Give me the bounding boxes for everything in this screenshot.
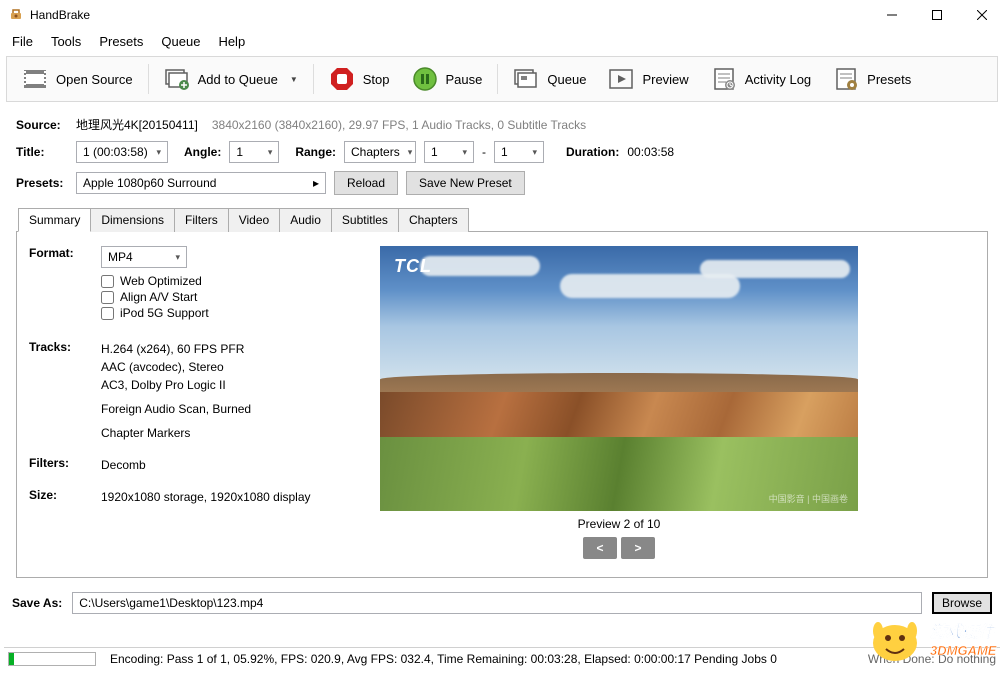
angle-select[interactable]: 1▾ xyxy=(229,141,279,163)
tab-audio[interactable]: Audio xyxy=(279,208,332,232)
open-source-button[interactable]: Open Source xyxy=(11,60,144,98)
preview-next-button[interactable]: > xyxy=(621,537,655,559)
filters-value: Decomb xyxy=(101,456,146,474)
range-label: Range: xyxy=(295,145,336,159)
preview-image: TCL 中国影音 | 中国画卷 xyxy=(380,246,858,511)
size-value: 1920x1080 storage, 1920x1080 display xyxy=(101,488,311,506)
range-from-select[interactable]: 1▾ xyxy=(424,141,474,163)
pause-button[interactable]: Pause xyxy=(401,60,494,98)
preview-button[interactable]: Preview xyxy=(597,60,699,98)
menubar: File Tools Presets Queue Help xyxy=(0,30,1004,52)
filters-label: Filters: xyxy=(29,456,101,474)
range-dash: - xyxy=(482,145,486,159)
tab-subtitles[interactable]: Subtitles xyxy=(331,208,399,232)
minimize-button[interactable] xyxy=(869,0,914,30)
menu-file[interactable]: File xyxy=(4,32,41,51)
log-icon xyxy=(711,66,737,92)
align-av-checkbox[interactable]: Align A/V Start xyxy=(101,290,209,304)
tab-bar: Summary Dimensions Filters Video Audio S… xyxy=(16,207,988,232)
maximize-button[interactable] xyxy=(914,0,959,30)
progress-bar xyxy=(8,652,96,666)
tab-filters[interactable]: Filters xyxy=(174,208,229,232)
angle-label: Angle: xyxy=(184,145,221,159)
menu-presets[interactable]: Presets xyxy=(91,32,151,51)
pause-icon xyxy=(412,66,438,92)
presets-row: Presets: Apple 1080p60 Surround ▸ Reload… xyxy=(16,171,988,195)
web-optimized-checkbox[interactable]: Web Optimized xyxy=(101,274,209,288)
tab-chapters[interactable]: Chapters xyxy=(398,208,469,232)
tracks-label: Tracks: xyxy=(29,340,101,442)
source-label: Source: xyxy=(16,118,68,132)
preview-watermark: TCL xyxy=(394,256,432,277)
menu-queue[interactable]: Queue xyxy=(153,32,208,51)
tab-summary[interactable]: Summary xyxy=(18,208,91,232)
add-queue-icon xyxy=(164,66,190,92)
save-as-input[interactable] xyxy=(72,592,922,614)
toolbar: Open Source Add to Queue ▼ Stop Pause Qu… xyxy=(6,56,998,102)
presets-icon xyxy=(833,66,859,92)
status-right: When Done: Do nothing xyxy=(868,652,996,666)
titlebar: HandBrake xyxy=(0,0,1004,30)
source-name: 地理风光4K[20150411] xyxy=(76,116,198,133)
svg-text:游戏硬件: 游戏硬件 xyxy=(930,623,996,641)
play-icon xyxy=(608,66,634,92)
menu-tools[interactable]: Tools xyxy=(43,32,89,51)
format-select[interactable]: MP4▾ xyxy=(101,246,187,268)
ipod-5g-checkbox[interactable]: iPod 5G Support xyxy=(101,306,209,320)
presets-button[interactable]: Presets xyxy=(822,60,922,98)
reload-button[interactable]: Reload xyxy=(334,171,398,195)
tab-content: Format: MP4▾ Web Optimized Align A/V Sta… xyxy=(16,232,988,578)
title-label: Title: xyxy=(16,145,68,159)
browse-button[interactable]: Browse xyxy=(932,592,992,614)
window-title: HandBrake xyxy=(30,8,869,22)
preview-corner-text: 中国影音 | 中国画卷 xyxy=(769,492,848,505)
queue-button[interactable]: Queue xyxy=(502,60,597,98)
save-as-label: Save As: xyxy=(12,596,62,610)
preset-select[interactable]: Apple 1080p60 Surround ▸ xyxy=(76,172,326,194)
range-to-select[interactable]: 1▾ xyxy=(494,141,544,163)
close-button[interactable] xyxy=(959,0,1004,30)
presets-label: Presets: xyxy=(16,176,68,190)
range-type-select[interactable]: Chapters▾ xyxy=(344,141,416,163)
preview-caption: Preview 2 of 10 xyxy=(578,517,661,531)
activity-log-button[interactable]: Activity Log xyxy=(700,60,822,98)
film-icon xyxy=(22,66,48,92)
menu-help[interactable]: Help xyxy=(210,32,253,51)
duration-label: Duration: xyxy=(566,145,619,159)
queue-icon xyxy=(513,66,539,92)
stop-icon xyxy=(329,66,355,92)
save-row: Save As: Browse xyxy=(0,586,1004,620)
size-label: Size: xyxy=(29,488,101,506)
title-row: Title: 1 (00:03:58)▾ Angle: 1▾ Range: Ch… xyxy=(16,141,988,163)
title-select[interactable]: 1 (00:03:58)▾ xyxy=(76,141,168,163)
source-row: Source: 地理风光4K[20150411] 3840x2160 (3840… xyxy=(16,116,988,133)
status-text: Encoding: Pass 1 of 1, 05.92%, FPS: 020.… xyxy=(110,652,868,666)
save-new-preset-button[interactable]: Save New Preset xyxy=(406,171,525,195)
duration-value: 00:03:58 xyxy=(627,145,674,159)
source-meta: 3840x2160 (3840x2160), 29.97 FPS, 1 Audi… xyxy=(212,118,586,132)
chevron-right-icon: ▸ xyxy=(313,176,319,190)
preview-prev-button[interactable]: < xyxy=(583,537,617,559)
format-label: Format: xyxy=(29,246,101,322)
statusbar: Encoding: Pass 1 of 1, 05.92%, FPS: 020.… xyxy=(4,647,1000,669)
stop-button[interactable]: Stop xyxy=(318,60,401,98)
dropdown-arrow-icon: ▼ xyxy=(290,75,298,84)
tab-video[interactable]: Video xyxy=(228,208,280,232)
add-to-queue-button[interactable]: Add to Queue ▼ xyxy=(153,60,309,98)
tracks-value: H.264 (x264), 60 FPS PFR AAC (avcodec), … xyxy=(101,340,251,442)
app-icon xyxy=(8,7,24,23)
tab-dimensions[interactable]: Dimensions xyxy=(90,208,175,232)
